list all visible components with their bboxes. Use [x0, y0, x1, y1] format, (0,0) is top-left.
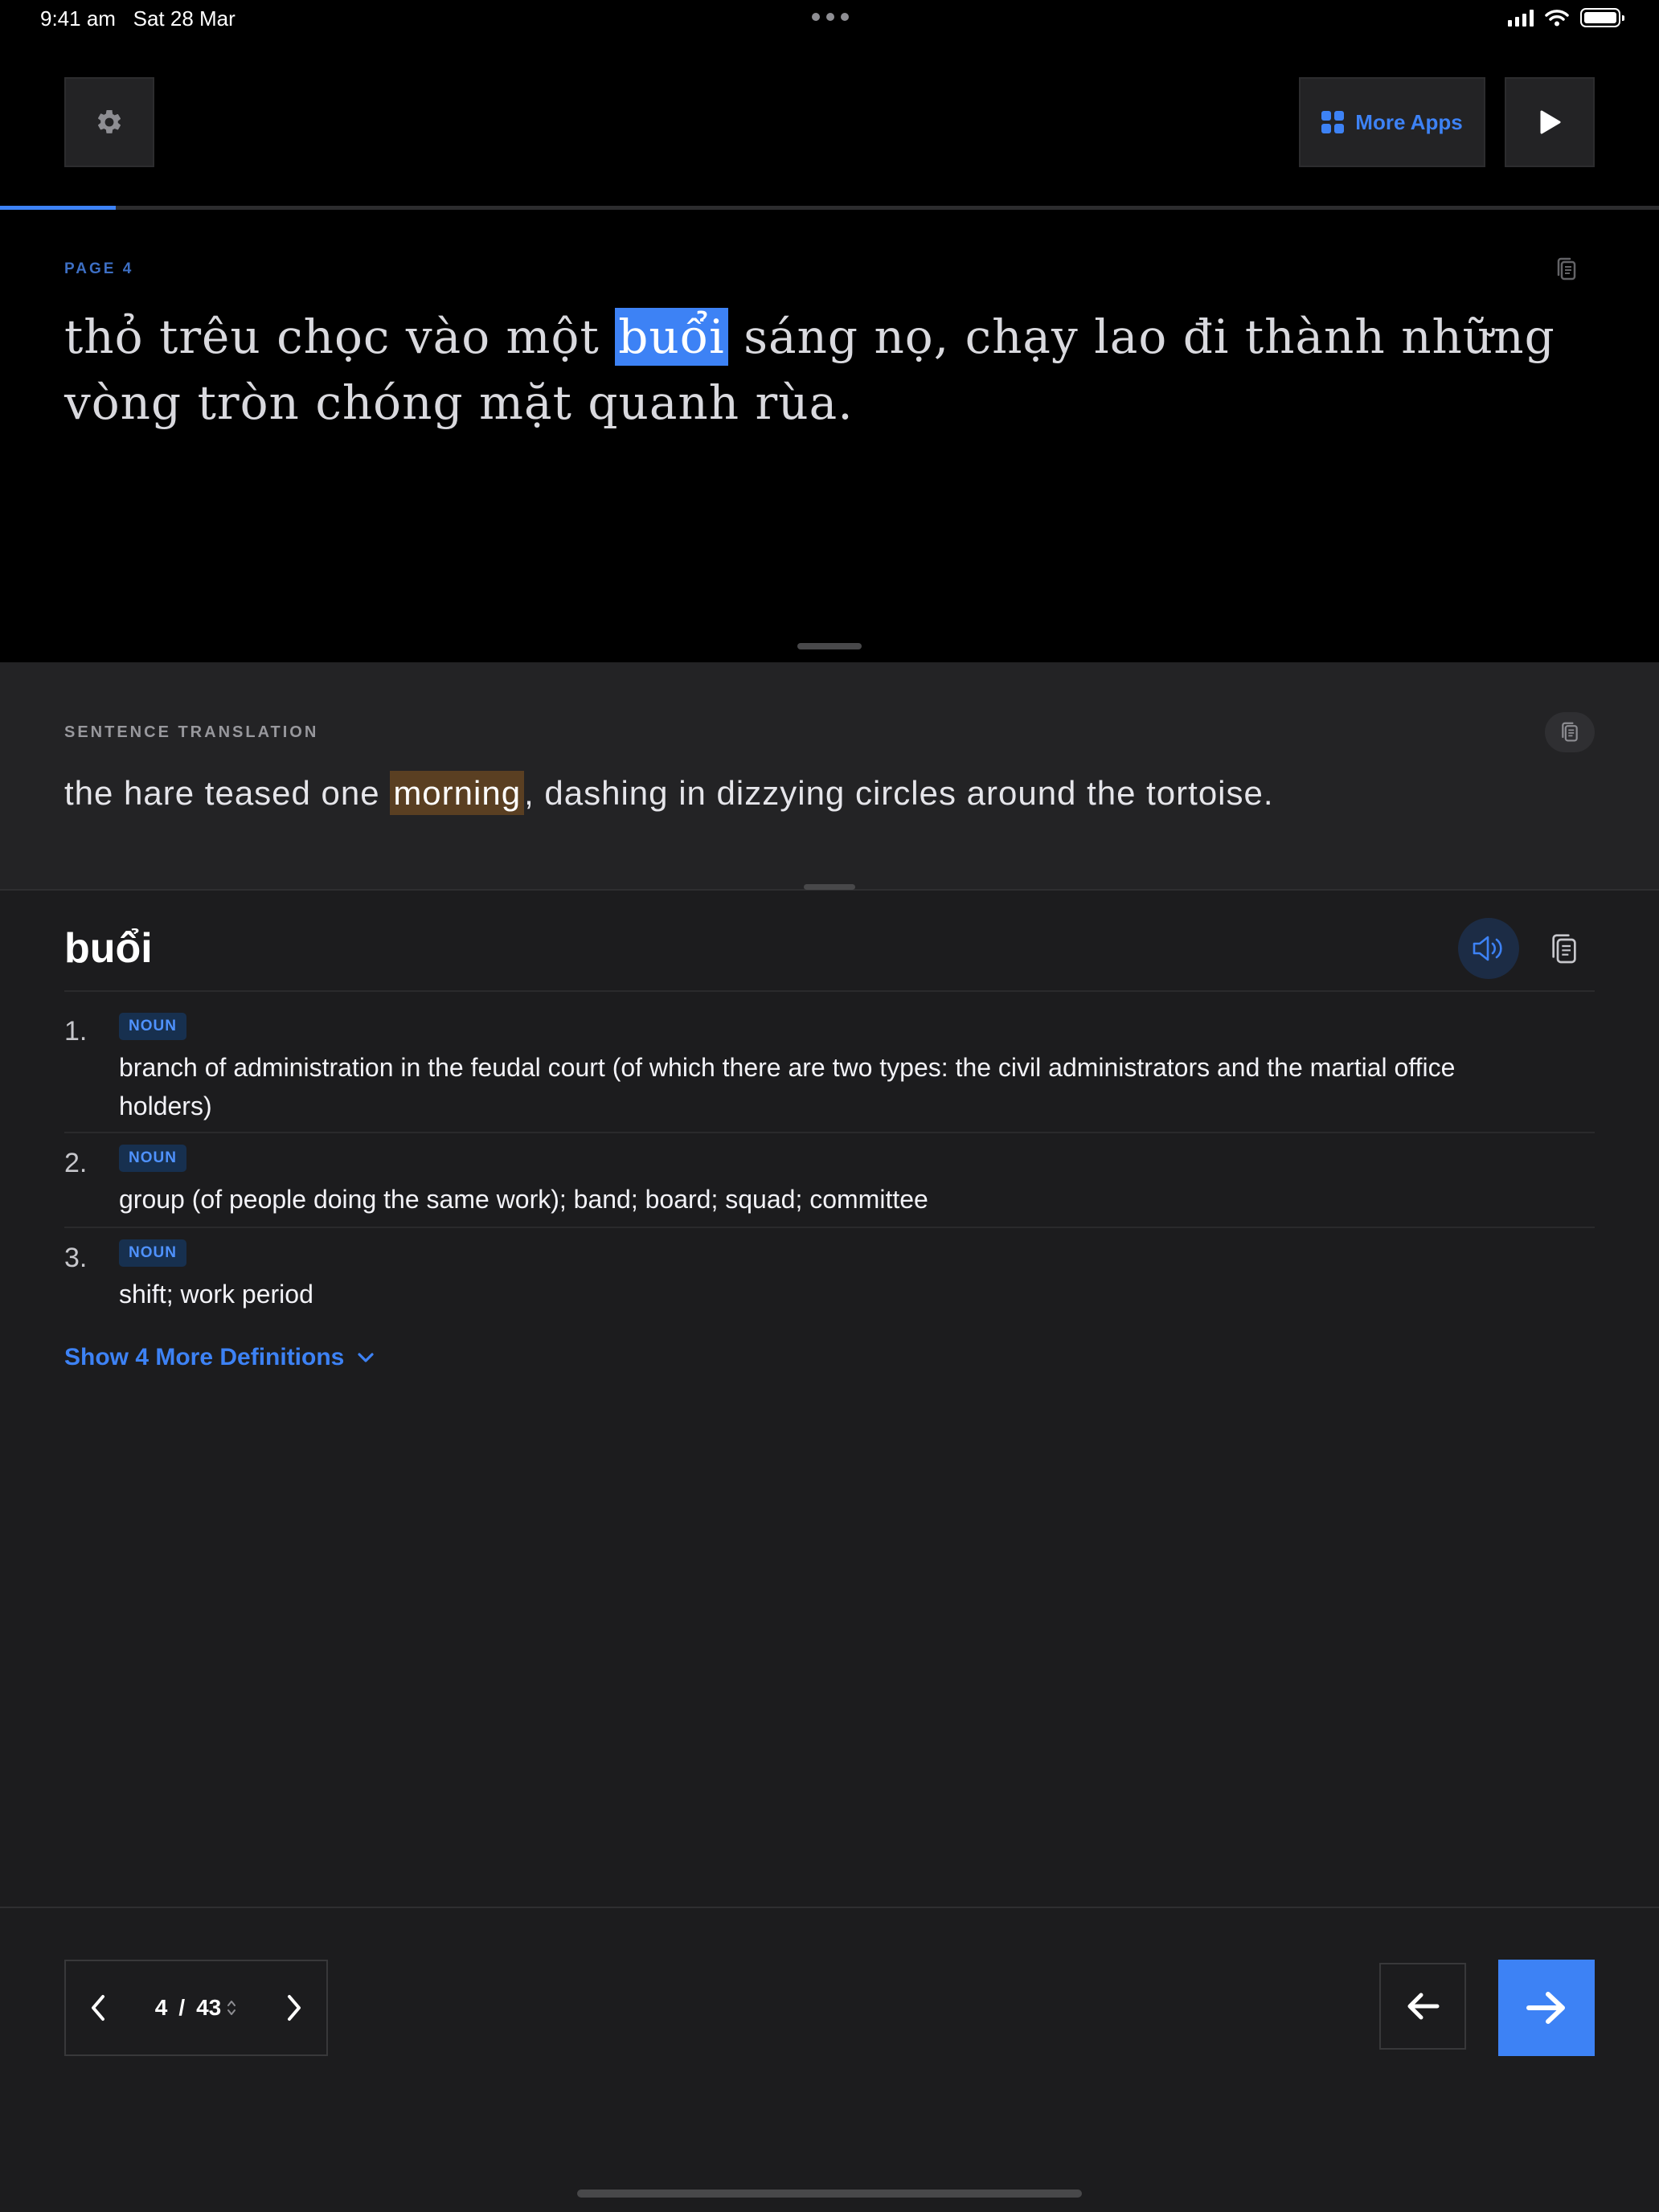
gear-icon — [97, 109, 121, 133]
show-more-label: Show 4 More Definitions — [64, 1344, 345, 1370]
copy-definition-icon[interactable] — [1548, 931, 1580, 968]
selected-word[interactable]: buổi — [615, 308, 728, 366]
cellular-signal-icon — [1508, 9, 1534, 27]
status-icons — [1508, 8, 1624, 27]
page-selector: 4 / 43 — [64, 1960, 328, 2056]
part-of-speech-badge: NOUN — [119, 1239, 186, 1267]
translation-highlight: morning — [390, 771, 525, 815]
page-label: PAGE 4 — [64, 260, 134, 277]
chevron-right-icon — [288, 1995, 301, 2021]
pronounce-button[interactable] — [1458, 918, 1519, 979]
reader-area: 9:41 am Sat 28 Mar More Apps PAGE 4 thỏ … — [0, 0, 1659, 662]
previous-page-button[interactable] — [66, 1961, 130, 2054]
definition-text: shift; work period — [119, 1280, 313, 1309]
home-indicator[interactable] — [577, 2189, 1082, 2198]
dictionary-headword: buổi — [64, 925, 153, 972]
definition-text: group (of people doing the same work); b… — [119, 1185, 928, 1214]
settings-button[interactable] — [64, 77, 154, 167]
panel-drag-handle[interactable] — [804, 884, 855, 890]
reading-progress-bar — [0, 206, 1659, 210]
definition-text: branch of administration in the feudal c… — [119, 1053, 1456, 1120]
multitasking-dots-icon[interactable] — [812, 13, 849, 21]
grid-icon — [1321, 111, 1345, 133]
reading-progress-fill — [0, 206, 117, 210]
next-page-small-button[interactable] — [262, 1961, 326, 2054]
current-page: 4 — [154, 1995, 168, 2020]
status-date-text: Sat 28 Mar — [133, 6, 236, 31]
play-button[interactable] — [1505, 77, 1595, 167]
page-separator: / — [178, 1995, 186, 2020]
drag-handle[interactable] — [797, 643, 862, 649]
status-time-text: 9:41 am — [40, 6, 116, 31]
translation-label: SENTENCE TRANSLATION — [64, 723, 319, 741]
wifi-icon — [1545, 10, 1569, 27]
total-pages: 43 — [196, 1995, 222, 2020]
show-more-definitions-button[interactable]: Show 4 More Definitions — [64, 1344, 375, 1371]
divider — [64, 1227, 1595, 1228]
bottom-divider — [0, 1907, 1659, 1908]
status-time: 9:41 am Sat 28 Mar — [40, 6, 236, 31]
part-of-speech-badge: NOUN — [119, 1145, 186, 1172]
translation-text: the hare teased one morning, dashing in … — [64, 768, 1274, 818]
copy-icon — [1562, 722, 1578, 742]
definition-number: 1. — [64, 1016, 88, 1047]
definition-number: 3. — [64, 1243, 88, 1273]
passage-text: thỏ trêu chọc vào một buổi sáng nọ, chạy… — [64, 304, 1591, 436]
page-counter[interactable]: 4 / 43 — [130, 1995, 262, 2021]
translation-panel: SENTENCE TRANSLATION the hare teased one… — [0, 662, 1659, 891]
copy-translation-button[interactable] — [1545, 712, 1595, 752]
part-of-speech-badge: NOUN — [119, 1013, 186, 1040]
status-bar: 9:41 am Sat 28 Mar — [0, 0, 1659, 39]
arrow-left-icon — [1407, 1993, 1440, 2020]
chevron-left-icon — [92, 1995, 104, 2021]
more-apps-label: More Apps — [1355, 109, 1463, 134]
back-button[interactable] — [1379, 1963, 1466, 2050]
divider — [64, 990, 1595, 992]
passage-before[interactable]: thỏ trêu chọc vào một — [64, 309, 600, 364]
definition-number: 2. — [64, 1148, 88, 1178]
translation-after: , dashing in dizzying circles around the… — [524, 774, 1274, 812]
speaker-icon — [1473, 936, 1502, 961]
copy-passage-icon[interactable] — [1555, 256, 1579, 283]
battery-icon — [1580, 8, 1624, 27]
more-apps-button[interactable]: More Apps — [1299, 77, 1485, 167]
chevron-down-icon — [358, 1353, 374, 1362]
next-button[interactable] — [1498, 1960, 1595, 2056]
divider — [64, 1132, 1595, 1133]
arrow-right-icon — [1526, 1992, 1565, 2024]
play-icon — [1540, 110, 1561, 134]
translation-before: the hare teased one — [64, 774, 380, 812]
stepper-icon — [227, 2001, 236, 2015]
